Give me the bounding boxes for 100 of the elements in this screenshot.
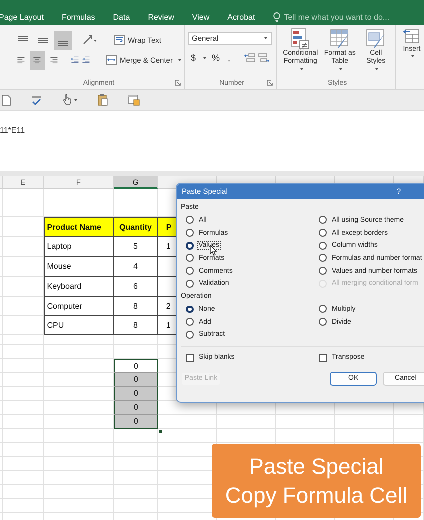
table-cell[interactable] — [2, 237, 44, 257]
decrease-indent-icon[interactable] — [71, 54, 80, 66]
table-cell[interactable] — [44, 335, 114, 345]
table-cell[interactable] — [2, 373, 44, 387]
radio-button[interactable] — [186, 280, 194, 288]
table-cell[interactable]: 0 — [114, 401, 158, 415]
table-cell[interactable] — [114, 429, 158, 443]
table-cell[interactable]: 0 — [114, 373, 158, 387]
table-cell[interactable]: Laptop — [44, 237, 114, 257]
ribbon-tab[interactable]: Acrobat — [228, 13, 256, 22]
table-cell[interactable] — [44, 485, 114, 499]
table-cell[interactable] — [114, 485, 158, 499]
table-cell[interactable] — [44, 443, 114, 457]
table-cell[interactable]: 8 — [114, 297, 158, 316]
align-horizontal-icon[interactable] — [30, 50, 45, 70]
radio-button[interactable] — [186, 216, 194, 224]
ribbon-tab[interactable]: Review — [148, 13, 174, 22]
table-cell[interactable]: Quantity — [114, 217, 158, 237]
table-cell[interactable]: 8 — [114, 316, 158, 335]
table-cell[interactable] — [2, 335, 44, 345]
table-cell[interactable]: 6 — [114, 277, 158, 297]
table-cell[interactable] — [44, 345, 114, 359]
table-cell[interactable]: 0 — [114, 415, 158, 429]
table-cell[interactable] — [217, 415, 276, 429]
radio-button[interactable] — [319, 229, 327, 238]
table-cell[interactable] — [2, 297, 44, 316]
table-cell[interactable]: 0 — [114, 359, 158, 373]
table-cell[interactable] — [335, 415, 394, 429]
table-cell[interactable] — [2, 189, 44, 217]
radio-button[interactable] — [319, 305, 327, 314]
table-cell[interactable]: Product Name — [44, 217, 114, 237]
checkbox[interactable] — [319, 354, 327, 362]
table-cell[interactable] — [44, 471, 114, 485]
table-cell[interactable] — [114, 457, 158, 471]
table-cell[interactable] — [2, 387, 44, 401]
form-icon[interactable] — [128, 94, 140, 106]
number-format-button[interactable]: % — [209, 53, 224, 63]
table-cell[interactable] — [158, 415, 218, 429]
number-format-button[interactable]: $ — [188, 53, 200, 63]
table-cell[interactable] — [44, 429, 114, 443]
radio-button[interactable] — [319, 242, 327, 250]
table-cell[interactable]: 4 — [114, 257, 158, 277]
formula-text[interactable]: 11*E11 — [0, 126, 26, 135]
radio-button[interactable] — [319, 216, 327, 224]
table-cell[interactable] — [2, 415, 44, 429]
table-cell[interactable] — [2, 316, 44, 335]
increase-indent-icon[interactable] — [82, 54, 90, 66]
ribbon-tab[interactable]: View — [192, 13, 210, 22]
radio-button[interactable] — [319, 267, 327, 276]
dialog-launcher-icon[interactable] — [267, 80, 274, 86]
radio-button[interactable] — [186, 306, 194, 314]
table-cell[interactable]: 5 — [114, 237, 158, 257]
table-cell[interactable]: Keyboard — [44, 277, 114, 297]
table-cell[interactable] — [2, 443, 44, 457]
radio-button[interactable] — [319, 254, 327, 262]
table-cell[interactable]: 0 — [114, 387, 158, 401]
table-cell[interactable] — [114, 443, 158, 457]
ribbon-tab[interactable]: Page Layout — [0, 13, 44, 22]
hand-pointer-icon[interactable] — [62, 94, 72, 106]
table-cell[interactable] — [114, 335, 158, 345]
table-cell[interactable] — [2, 257, 44, 277]
table-cell[interactable] — [335, 429, 394, 443]
table-cell[interactable] — [2, 359, 44, 373]
table-cell[interactable] — [2, 457, 44, 471]
radio-button[interactable] — [186, 318, 194, 326]
radio-button[interactable] — [186, 330, 194, 339]
table-cell[interactable]: Mouse — [44, 257, 114, 277]
table-cell[interactable] — [2, 471, 44, 485]
radio-button[interactable] — [186, 242, 194, 250]
new-document-icon[interactable] — [2, 94, 11, 106]
text-orientation-icon[interactable] — [82, 34, 98, 46]
table-cell[interactable] — [2, 485, 44, 499]
table-cell[interactable] — [114, 471, 158, 485]
radio-button[interactable] — [186, 229, 194, 238]
radio-button[interactable] — [319, 318, 327, 326]
table-cell[interactable] — [276, 429, 336, 443]
decrease-decimal-icon[interactable] — [258, 52, 270, 64]
dialog-launcher-icon[interactable] — [175, 80, 181, 86]
table-cell[interactable] — [2, 345, 44, 359]
table-cell[interactable] — [217, 429, 276, 443]
table-cell[interactable] — [2, 429, 44, 443]
align-vertical-icon[interactable] — [54, 30, 72, 50]
spell-check-icon[interactable] — [31, 94, 42, 106]
table-cell[interactable] — [394, 415, 424, 429]
table-cell[interactable]: Computer — [44, 297, 114, 316]
table-cell[interactable] — [394, 429, 424, 443]
search-field[interactable]: Tell me what you want to do... — [284, 13, 402, 22]
table-cell[interactable]: CPU — [44, 316, 114, 335]
radio-button[interactable] — [186, 267, 194, 276]
table-cell[interactable] — [114, 499, 158, 513]
table-cell[interactable] — [2, 401, 44, 415]
table-cell[interactable] — [2, 277, 44, 297]
table-cell[interactable] — [2, 499, 44, 513]
fill-handle[interactable] — [158, 429, 163, 434]
checkbox[interactable] — [186, 354, 194, 362]
table-cell[interactable] — [276, 415, 336, 429]
table-cell[interactable] — [44, 499, 114, 513]
increase-decimal-icon[interactable] — [244, 52, 256, 64]
ribbon-tab[interactable]: Formulas — [62, 13, 96, 22]
ribbon-tab[interactable]: Data — [113, 13, 130, 22]
